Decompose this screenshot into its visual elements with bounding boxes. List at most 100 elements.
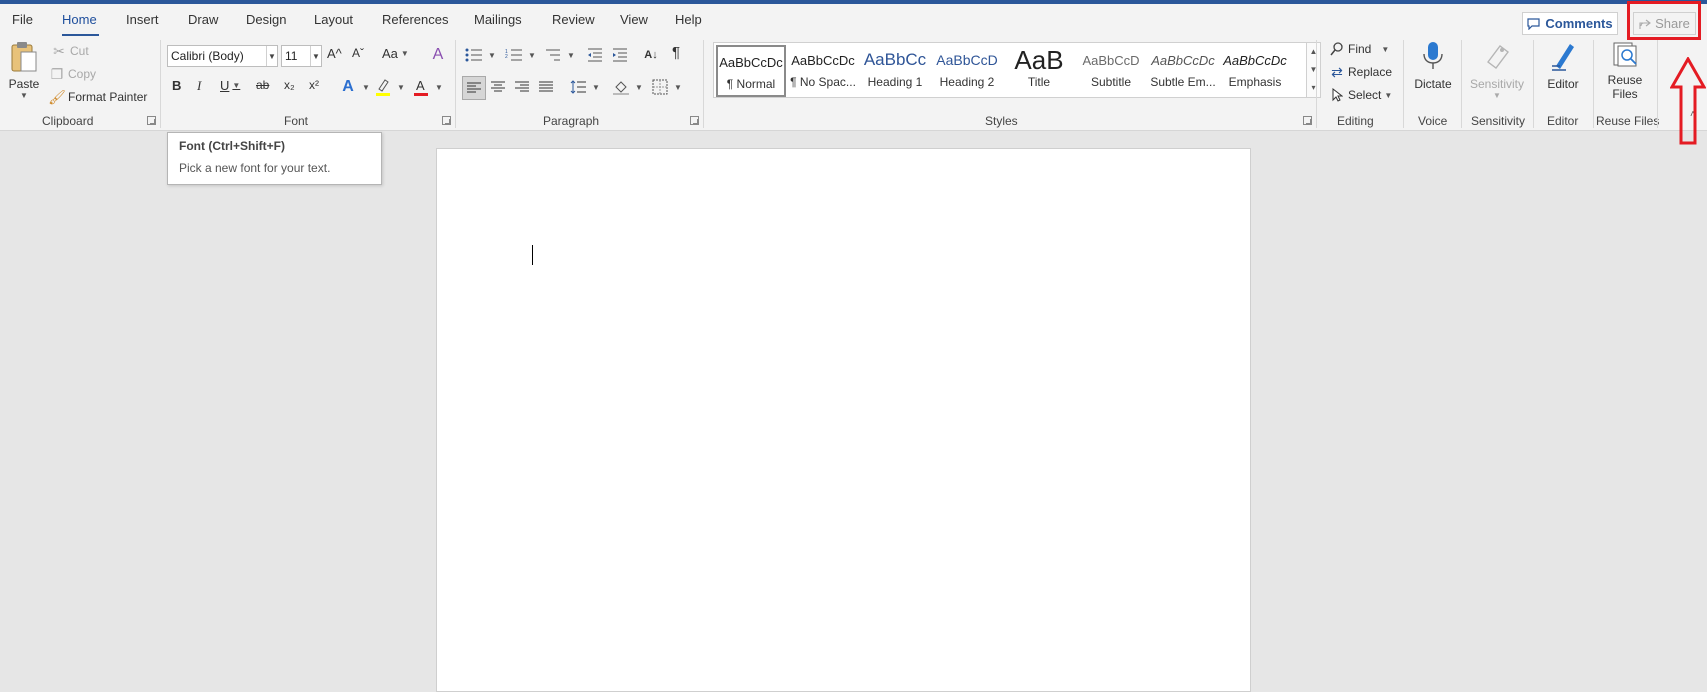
svg-text:A: A xyxy=(416,78,425,93)
style-name: ¶ No Spac... xyxy=(790,75,856,89)
style-name: Emphasis xyxy=(1228,75,1282,89)
chevron-up-icon[interactable]: ▲ xyxy=(1307,43,1320,61)
search-icon xyxy=(1326,38,1348,60)
copy-icon: ❐ xyxy=(50,65,64,82)
justify-button[interactable] xyxy=(535,76,557,98)
paintbrush-icon: 🖌 xyxy=(48,88,66,105)
grow-font-button[interactable]: A^ xyxy=(327,46,342,61)
tab-home[interactable]: Home xyxy=(62,12,97,27)
tab-review[interactable]: Review xyxy=(552,12,595,27)
styles-dialog-launcher[interactable] xyxy=(1303,116,1312,125)
style-no-spacing[interactable]: AaBbCcDc ¶ No Spac... xyxy=(788,45,858,97)
chevron-down-icon: ▼ xyxy=(435,82,443,92)
cut-label: Cut xyxy=(70,44,89,58)
style-name: Subtitle xyxy=(1090,75,1132,89)
chevron-down-icon[interactable]: ▼ xyxy=(1307,61,1320,79)
align-right-button[interactable] xyxy=(511,76,533,98)
tab-references[interactable]: References xyxy=(382,12,448,27)
style-title[interactable]: AaB Title xyxy=(1004,45,1074,97)
tab-file[interactable]: File xyxy=(12,12,33,27)
show-formatting-button[interactable]: ¶ xyxy=(672,44,680,61)
sensitivity-button[interactable]: Sensitivity ▼ xyxy=(1467,40,1527,100)
bullet-list-icon xyxy=(463,44,485,66)
tab-view[interactable]: View xyxy=(620,12,648,27)
bold-button[interactable]: B xyxy=(172,78,181,93)
find-button[interactable]: Find ▼ xyxy=(1326,38,1389,60)
tab-mailings[interactable]: Mailings xyxy=(474,12,522,27)
subscript-button[interactable]: x₂ xyxy=(284,78,295,92)
more-styles-icon[interactable]: ▾ xyxy=(1307,79,1320,97)
editor-label: Editor xyxy=(1547,77,1579,91)
italic-icon: I xyxy=(197,78,202,93)
dictate-button[interactable]: Dictate xyxy=(1409,40,1457,91)
style-sample: AaBbCcD xyxy=(936,52,998,68)
replace-button[interactable]: ⇄ Replace xyxy=(1326,61,1392,83)
format-painter-button[interactable]: 🖌 Format Painter xyxy=(46,86,147,108)
shrink-font-button[interactable]: Aˇ xyxy=(352,46,364,60)
svg-text:2: 2 xyxy=(505,54,508,60)
grow-font-icon: A^ xyxy=(327,46,342,61)
group-divider xyxy=(1403,40,1404,128)
tab-help[interactable]: Help xyxy=(675,12,702,27)
font-dialog-launcher[interactable] xyxy=(442,116,451,125)
style-heading-2[interactable]: AaBbCcD Heading 2 xyxy=(932,45,1002,97)
tab-layout[interactable]: Layout xyxy=(314,12,353,27)
comments-button[interactable]: Comments xyxy=(1522,12,1618,35)
borders-button[interactable]: ▼ xyxy=(649,76,682,98)
styles-gallery-scroll[interactable]: ▲ ▼ ▾ xyxy=(1307,42,1321,98)
font-tooltip: Font (Ctrl+Shift+F) Pick a new font for … xyxy=(167,132,382,185)
select-button[interactable]: Select ▼ xyxy=(1326,84,1392,106)
document-page[interactable] xyxy=(436,148,1251,692)
font-name-box[interactable]: Calibri (Body) ▼ xyxy=(167,45,278,67)
tab-draw[interactable]: Draw xyxy=(188,12,218,27)
strikethrough-button[interactable]: ab xyxy=(256,78,269,92)
cut-button[interactable]: ✂ Cut xyxy=(48,40,89,62)
style-normal[interactable]: AaBbCcDc ¶ Normal xyxy=(716,45,786,97)
underline-button[interactable]: U ▼ xyxy=(220,78,240,93)
superscript-button[interactable]: x² xyxy=(309,78,319,92)
tab-insert[interactable]: Insert xyxy=(126,12,159,27)
chevron-down-icon: ▼ xyxy=(362,82,370,92)
copy-label: Copy xyxy=(68,67,97,81)
style-subtitle[interactable]: AaBbCcD Subtitle xyxy=(1076,45,1146,97)
paste-button[interactable]: Paste ▼ xyxy=(6,40,42,100)
numbering-button[interactable]: 12 ▼ xyxy=(503,44,536,66)
paragraph-dialog-launcher[interactable] xyxy=(690,116,699,125)
style-subtle-emphasis[interactable]: AaBbCcDc Subtle Em... xyxy=(1148,45,1218,97)
chevron-down-icon[interactable]: ▼ xyxy=(266,46,277,66)
text-effects-button[interactable]: A ▼ xyxy=(337,76,370,98)
dictate-label: Dictate xyxy=(1414,77,1452,91)
italic-button[interactable]: I xyxy=(197,78,201,94)
style-emphasis[interactable]: AaBbCcDc Emphasis xyxy=(1220,45,1290,97)
align-left-button[interactable] xyxy=(462,76,486,100)
line-spacing-button[interactable]: ▼ xyxy=(567,76,600,98)
group-divider xyxy=(1593,40,1594,128)
align-center-button[interactable] xyxy=(487,76,509,98)
shading-button[interactable]: ▼ xyxy=(610,76,643,98)
group-divider xyxy=(160,40,161,128)
strikethrough-icon: ab xyxy=(256,78,270,92)
style-heading-1[interactable]: AaBbCc Heading 1 xyxy=(860,45,930,97)
style-sample: AaBbCcDc xyxy=(719,54,783,70)
bullets-button[interactable]: ▼ xyxy=(463,44,496,66)
clear-formatting-button[interactable]: A xyxy=(427,44,449,66)
styles-gallery: AaBbCcDc ¶ Normal AaBbCcDc ¶ No Spac... … xyxy=(713,42,1307,98)
clipboard-dialog-launcher[interactable] xyxy=(147,116,156,125)
style-name: Heading 2 xyxy=(939,75,995,89)
chevron-down-icon: ▼ xyxy=(1384,90,1393,100)
multilevel-list-button[interactable]: ▼ xyxy=(542,44,575,66)
chevron-down-icon[interactable]: ▼ xyxy=(310,46,321,66)
reuse-files-button[interactable]: Reuse Files xyxy=(1597,40,1653,101)
tab-design[interactable]: Design xyxy=(246,12,286,27)
font-size-box[interactable]: 11 ▼ xyxy=(281,45,322,67)
underline-icon: U xyxy=(220,78,230,93)
copy-button[interactable]: ❐ Copy xyxy=(46,63,96,85)
change-case-button[interactable]: Aa ▼ xyxy=(382,46,409,61)
highlight-color-button[interactable]: ▼ xyxy=(372,76,405,98)
font-color-button[interactable]: A ▼ xyxy=(410,76,443,98)
multilevel-list-icon xyxy=(542,44,564,66)
increase-indent-button[interactable] xyxy=(609,44,631,66)
decrease-indent-button[interactable] xyxy=(584,44,606,66)
editor-button[interactable]: Editor xyxy=(1539,40,1587,91)
sort-button[interactable]: A↓ xyxy=(640,44,662,66)
